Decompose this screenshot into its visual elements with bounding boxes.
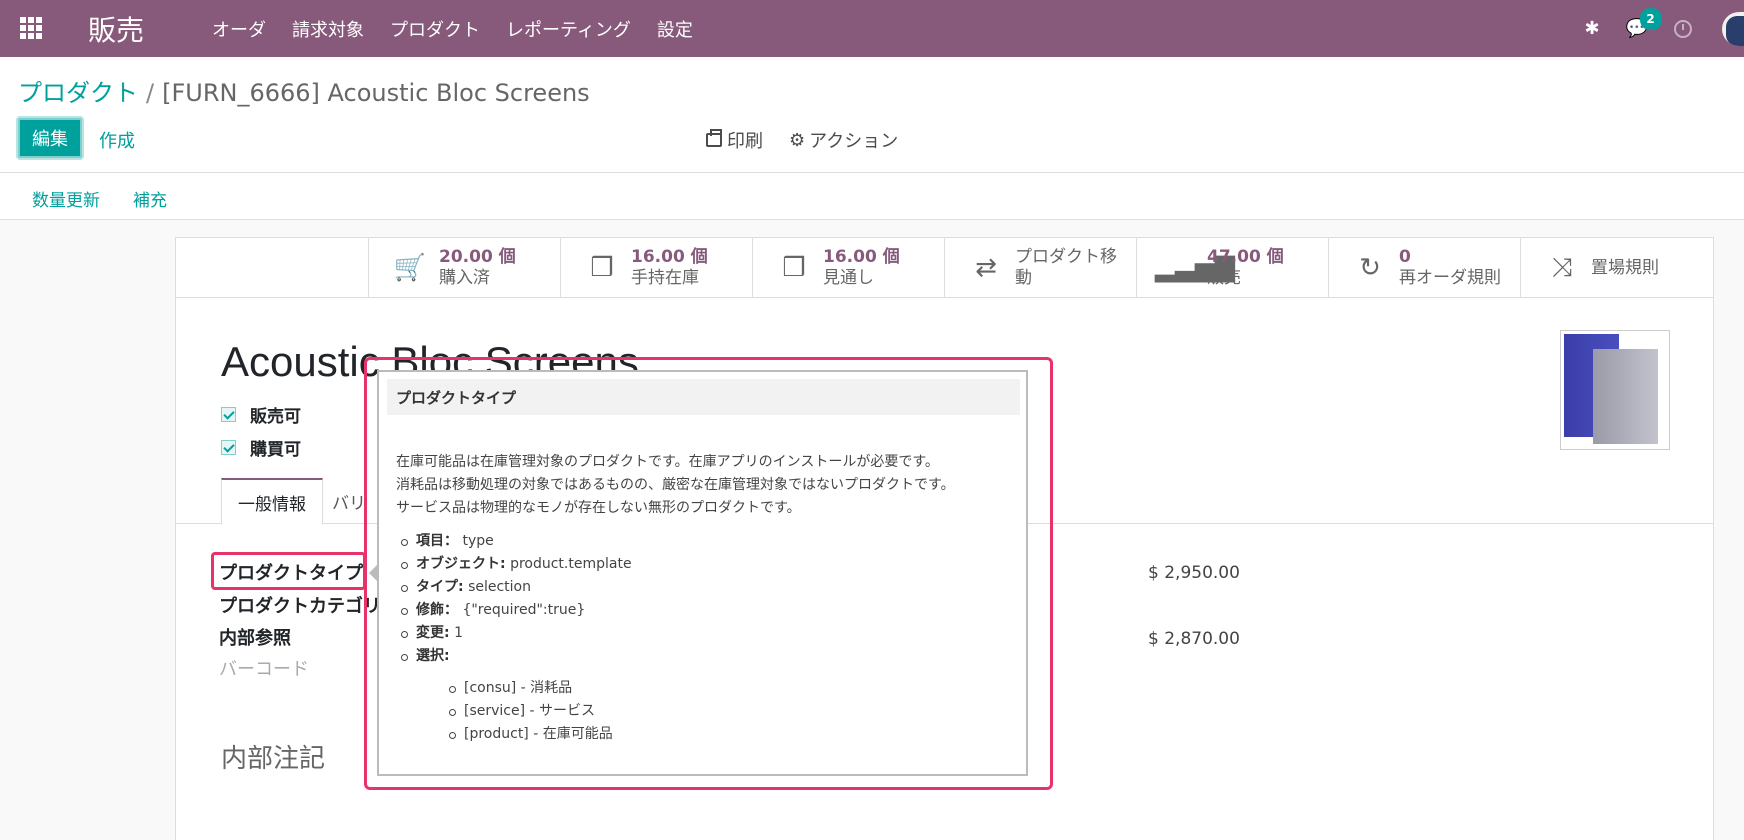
- tooltip-desc-line: 消耗品は移動処理の対象ではあるものの、厳密な在庫管理対象ではないプロダクトです。: [396, 477, 955, 493]
- print-icon: [706, 129, 722, 147]
- product-category-label: プロダクトカテゴリ: [219, 596, 381, 617]
- apps-menu-icon[interactable]: [20, 17, 42, 39]
- field-tooltip: プロダクトタイプ 在庫可能品は在庫管理対象のプロダクトです。在庫アプリのインスト…: [377, 370, 1028, 776]
- header-buttons-bar: 数量更新 補充: [0, 173, 1744, 220]
- putaway-label: 置場規則: [1591, 257, 1659, 278]
- product-type-label[interactable]: プロダクトタイプ: [219, 559, 363, 585]
- chat-badge: 2: [1639, 8, 1662, 30]
- cubes-icon: ❒: [590, 253, 614, 283]
- smart-button-box: 🛒 20.00 個購入済 ❒ 16.00 個手持在庫 ❒ 16.00 個見通し …: [176, 238, 1713, 298]
- internal-notes-title: 内部注記: [221, 744, 326, 774]
- menu-reporting[interactable]: レポーティング: [506, 16, 631, 42]
- internal-reference-label: 内部参照: [219, 628, 291, 649]
- bug-icon[interactable]: ✱: [1584, 18, 1599, 39]
- smart-button-reordering-rules[interactable]: ↻ 0 再オーダ規則: [1328, 238, 1521, 298]
- print-dropdown[interactable]: 印刷: [706, 127, 763, 153]
- tab-general-info[interactable]: 一般情報: [221, 478, 323, 525]
- systray: ✱ 💬 2: [1584, 0, 1744, 57]
- tooltip-description: 在庫可能品は在庫管理対象のプロダクトです。在庫アプリのインストールが必要です。 …: [396, 451, 1016, 520]
- tooltip-desc-line: 在庫可能品は在庫管理対象のプロダクトです。在庫アプリのインストールが必要です。: [396, 454, 939, 470]
- on-hand-label: 手持在庫: [631, 268, 699, 288]
- cubes-icon: ❒: [782, 253, 806, 283]
- screen-panel-front: [1593, 349, 1658, 444]
- tooltip-title: プロダクトタイプ: [387, 379, 1020, 415]
- update-quantity-button[interactable]: 数量更新: [32, 186, 100, 211]
- signal-icon: ▂▃▅▇: [1155, 253, 1235, 283]
- purchased-value: 20.00 個: [439, 247, 516, 267]
- forecasted-value: 16.00 個: [823, 247, 900, 267]
- sales-price-value[interactable]: $ 2,950.00: [1148, 563, 1240, 583]
- purchased-label: 購入済: [439, 268, 490, 288]
- can-be-purchased-label: 購買可: [250, 440, 301, 460]
- product-image[interactable]: [1560, 330, 1670, 450]
- user-avatar[interactable]: [1722, 11, 1744, 46]
- tooltip-selection-list: [consu] - 消耗品 [service] - サービス [product]…: [416, 677, 632, 746]
- smart-button-purchased[interactable]: 🛒 20.00 個購入済: [368, 238, 561, 298]
- refresh-icon: ↻: [1359, 253, 1381, 283]
- control-panel: プロダクト / [FURN_6666] Acoustic Bloc Screens …: [0, 57, 1744, 173]
- create-button[interactable]: 作成: [99, 127, 135, 153]
- can-be-sold-checkbox[interactable]: [221, 407, 236, 422]
- breadcrumb-parent[interactable]: プロダクト: [18, 79, 138, 107]
- sold-value: 47.00 個: [1207, 247, 1284, 267]
- chat-icon[interactable]: 💬 2: [1626, 8, 1662, 39]
- can-be-purchased-row: 購買可: [221, 435, 301, 460]
- menu-orders[interactable]: オーダ: [212, 16, 266, 42]
- forecasted-label: 見通し: [823, 268, 874, 288]
- menu-to-invoice[interactable]: 請求対象: [292, 16, 364, 42]
- menu-products[interactable]: プロダクト: [390, 16, 480, 42]
- tooltip-technical-list: 項目： type オブジェクト: product.template タイプ: s…: [396, 530, 632, 746]
- barcode-label: バーコード: [219, 659, 309, 680]
- tooltip-desc-line: サービス品は物理的なモノが存在しない無形のプロダクトです。: [396, 500, 801, 516]
- app-brand[interactable]: 販売: [88, 9, 144, 49]
- breadcrumb: プロダクト / [FURN_6666] Acoustic Bloc Screens: [18, 73, 590, 108]
- action-label: アクション: [809, 131, 899, 152]
- cart-icon: 🛒: [393, 253, 427, 283]
- selection-option: [consu] - 消耗品: [416, 677, 632, 700]
- selection-option: [service] - サービス: [416, 700, 632, 723]
- can-be-purchased-checkbox[interactable]: [221, 440, 236, 455]
- smart-button-putaway-rules[interactable]: ⤨ 置場規則: [1520, 238, 1713, 298]
- shuffle-icon: ⤨: [1551, 252, 1573, 283]
- reordering-label: 再オーダ規則: [1399, 268, 1501, 288]
- can-be-sold-row: 販売可: [221, 402, 301, 427]
- main-menu: オーダ 請求対象 プロダクト レポーティング 設定: [212, 0, 719, 57]
- breadcrumb-separator: /: [146, 79, 155, 107]
- sold-label: 販売: [1207, 268, 1241, 288]
- cost-value[interactable]: $ 2,870.00: [1148, 629, 1240, 649]
- top-navbar: 販売 オーダ 請求対象 プロダクト レポーティング 設定 ✱ 💬 2: [0, 0, 1744, 57]
- tooltip-item: 選択: [consu] - 消耗品 [service] - サービス [prod…: [396, 645, 632, 746]
- tooltip-item: 変更: 1: [396, 622, 632, 645]
- gear-icon: ⚙: [789, 129, 806, 151]
- product-moves-label: プロダクト移動: [1015, 247, 1117, 288]
- smart-button-product-moves[interactable]: ⇄ プロダクト移動: [944, 238, 1137, 298]
- smart-button-sold[interactable]: ▂▃▅▇ 47.00 個販売: [1136, 238, 1329, 298]
- menu-settings[interactable]: 設定: [657, 16, 693, 42]
- action-dropdown[interactable]: ⚙ アクション: [789, 127, 898, 153]
- edit-button[interactable]: 編集: [18, 118, 82, 158]
- print-label: 印刷: [727, 131, 763, 152]
- clock-icon[interactable]: [1674, 19, 1692, 38]
- reordering-value: 0: [1399, 247, 1411, 267]
- tooltip-item: オブジェクト: product.template: [396, 553, 632, 576]
- tooltip-item: 修飾： {"required":true}: [396, 599, 632, 622]
- can-be-sold-label: 販売可: [250, 407, 301, 427]
- selection-option: [product] - 在庫可能品: [416, 723, 632, 746]
- on-hand-value: 16.00 個: [631, 247, 708, 267]
- exchange-icon: ⇄: [975, 253, 997, 283]
- tooltip-item: タイプ: selection: [396, 576, 632, 599]
- tooltip-item: 項目： type: [396, 530, 632, 553]
- breadcrumb-current: [FURN_6666] Acoustic Bloc Screens: [162, 79, 590, 107]
- smart-button-on-hand[interactable]: ❒ 16.00 個手持在庫: [560, 238, 753, 298]
- smart-button-forecasted[interactable]: ❒ 16.00 個見通し: [752, 238, 945, 298]
- replenish-button[interactable]: 補充: [133, 186, 167, 211]
